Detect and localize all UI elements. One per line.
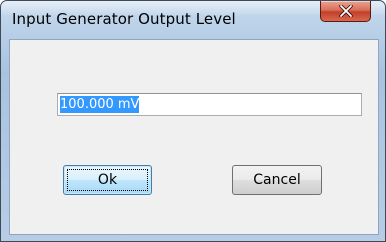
close-icon bbox=[339, 5, 353, 17]
cancel-label: Cancel bbox=[253, 172, 301, 188]
close-button[interactable] bbox=[320, 1, 371, 22]
cancel-button[interactable]: Cancel bbox=[232, 165, 322, 195]
title-bar[interactable]: Input Generator Output Level bbox=[1, 1, 385, 39]
dialog-body: 100.000 mV Ok Cancel bbox=[9, 39, 379, 235]
output-level-input[interactable]: 100.000 mV bbox=[57, 93, 362, 116]
dialog-title: Input Generator Output Level bbox=[12, 10, 236, 28]
ok-button[interactable]: Ok bbox=[63, 165, 152, 195]
ok-label: Ok bbox=[97, 172, 118, 188]
dialog-window: Input Generator Output Level 100.000 mV … bbox=[0, 0, 386, 242]
output-level-value: 100.000 mV bbox=[60, 96, 140, 113]
